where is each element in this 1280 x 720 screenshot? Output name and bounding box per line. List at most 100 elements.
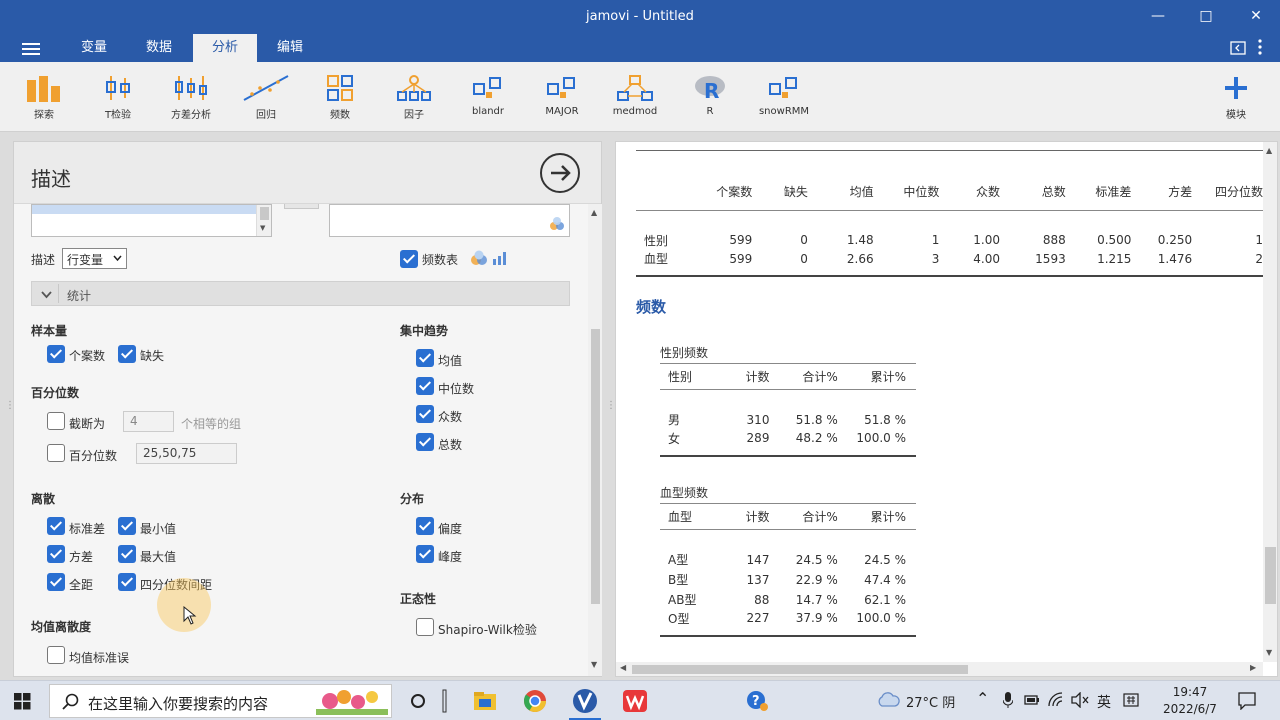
- iqr-checkbox[interactable]: [118, 573, 136, 591]
- panel-splitter-handle[interactable]: ⋮: [606, 400, 616, 420]
- window-title: jamovi - Untitled: [586, 9, 694, 24]
- more-options-icon[interactable]: [1258, 39, 1262, 58]
- table-cell: B型: [668, 573, 689, 587]
- battery-icon[interactable]: [1024, 694, 1040, 706]
- clock[interactable]: 19:47 2022/6/7: [1155, 684, 1225, 718]
- se-checkbox[interactable]: [47, 646, 65, 664]
- options-header: 描述: [14, 142, 601, 204]
- table-cell: 2: [1255, 251, 1263, 266]
- chrome-icon[interactable]: [521, 687, 549, 715]
- skewness-label: 偏度: [438, 522, 463, 536]
- kurtosis-checkbox[interactable]: [416, 545, 434, 563]
- n-checkbox[interactable]: [47, 345, 65, 363]
- table-cell: 2.66: [846, 251, 874, 266]
- gender-freq-caption: 性别频数: [660, 346, 709, 360]
- tab-analyses[interactable]: 分析: [193, 34, 257, 62]
- ime-indicator[interactable]: 英: [1097, 692, 1111, 712]
- snowrmm-button[interactable]: snowRMM: [748, 70, 820, 117]
- run-arrow-button[interactable]: [540, 153, 580, 193]
- svg-text:?: ?: [752, 694, 760, 709]
- list-scrollbar[interactable]: ▼: [256, 205, 271, 236]
- hamburger-menu-icon[interactable]: [22, 40, 40, 56]
- r-button[interactable]: R R: [674, 70, 746, 117]
- mean-label: 均值: [438, 354, 463, 368]
- mode-checkbox[interactable]: [416, 405, 434, 423]
- ttest-button[interactable]: T检验: [82, 70, 154, 121]
- tab-variables[interactable]: 变量: [62, 34, 126, 62]
- range-checkbox[interactable]: [47, 573, 65, 591]
- windows-start-icon[interactable]: [14, 693, 31, 710]
- table-row: AB型 88 14.7 % 62.1 %: [660, 590, 916, 610]
- medmod-button[interactable]: medmod: [599, 70, 671, 117]
- cut-input[interactable]: 4: [123, 411, 174, 432]
- missing-checkbox[interactable]: [118, 345, 136, 363]
- sum-checkbox[interactable]: [416, 433, 434, 451]
- regression-button[interactable]: 回归: [230, 70, 302, 121]
- percentiles-label: 百分位数: [69, 449, 118, 463]
- tab-edit[interactable]: 编辑: [258, 34, 322, 62]
- ime-layout-icon[interactable]: [1123, 692, 1139, 708]
- freq-table-checkbox[interactable]: [400, 250, 418, 268]
- notification-icon[interactable]: [1238, 692, 1256, 710]
- table-header: 性别: [668, 370, 693, 384]
- shapiro-wilk-checkbox[interactable]: [416, 618, 434, 636]
- skewness-checkbox[interactable]: [416, 517, 434, 535]
- table-cell: 37.9 %: [795, 611, 838, 625]
- jamovi-icon[interactable]: [571, 687, 599, 715]
- statistics-collapse-header[interactable]: 统计: [31, 281, 570, 306]
- table-cell: 88: [754, 592, 770, 607]
- anova-button[interactable]: 方差分析: [155, 70, 227, 121]
- percentiles-input[interactable]: 25,50,75: [136, 443, 237, 464]
- sample-size-title: 样本量: [31, 324, 68, 338]
- modules-button[interactable]: 模块: [1200, 70, 1272, 121]
- move-arrow-button[interactable]: [284, 204, 319, 209]
- table-header: 均值: [849, 185, 874, 200]
- min-checkbox[interactable]: [118, 517, 136, 535]
- sd-checkbox[interactable]: [47, 517, 65, 535]
- list-item-selected[interactable]: [32, 205, 256, 214]
- arrow-right-icon: [551, 165, 571, 181]
- results-vertical-scrollbar[interactable]: ▲ ▼: [1263, 142, 1277, 662]
- sd-label: 标准差: [69, 522, 106, 536]
- weather-text[interactable]: 27°C 阴: [906, 692, 955, 711]
- table-cell: 310: [746, 412, 770, 427]
- major-button[interactable]: MAJOR: [526, 70, 598, 117]
- describe-select[interactable]: 行变量: [62, 248, 127, 269]
- results-horizontal-scrollbar[interactable]: ◀ ▶: [616, 662, 1263, 676]
- file-explorer-icon[interactable]: [471, 687, 499, 715]
- percentiles-checkbox[interactable]: [47, 444, 65, 462]
- mean-checkbox[interactable]: [416, 349, 434, 367]
- speaker-muted-icon[interactable]: [1071, 692, 1089, 708]
- taskbar-search-box[interactable]: 在这里输入你要搜索的内容: [49, 684, 392, 718]
- maximize-button[interactable]: □: [1196, 6, 1216, 26]
- minimize-button[interactable]: —: [1148, 6, 1168, 26]
- frequencies-icon: [327, 75, 353, 101]
- options-scrollbar[interactable]: ▲ ▼: [588, 204, 602, 676]
- wifi-icon[interactable]: [1048, 692, 1064, 708]
- max-checkbox[interactable]: [118, 545, 136, 563]
- table-header: 众数: [975, 185, 1000, 200]
- close-button[interactable]: ✕: [1246, 6, 1266, 26]
- task-view-icon[interactable]: [404, 687, 432, 715]
- frequencies-heading: 频数: [636, 298, 667, 316]
- snowrmm-icon: [769, 77, 797, 98]
- help-icon[interactable]: ?: [744, 687, 772, 715]
- factor-button[interactable]: 因子: [378, 70, 450, 121]
- taskbar-divider-icon: [440, 687, 450, 715]
- median-checkbox[interactable]: [416, 377, 434, 395]
- tab-data[interactable]: 数据: [127, 34, 191, 62]
- microphone-icon[interactable]: [1003, 692, 1013, 708]
- table-cell: 100.0 %: [856, 611, 906, 625]
- target-list[interactable]: [329, 204, 570, 237]
- variable-list[interactable]: ▼: [31, 204, 272, 237]
- frequencies-button[interactable]: 频数: [304, 70, 376, 121]
- variance-checkbox[interactable]: [47, 545, 65, 563]
- wps-office-icon[interactable]: [621, 687, 649, 715]
- explore-button[interactable]: 探索: [8, 70, 80, 121]
- median-label: 中位数: [438, 382, 475, 396]
- mode-toggle-icon[interactable]: [1230, 41, 1246, 58]
- blandr-button[interactable]: blandr: [452, 70, 524, 117]
- left-drag-handle[interactable]: ⋮: [5, 400, 15, 420]
- chevron-up-icon[interactable]: ⌃: [976, 689, 989, 708]
- cut-checkbox[interactable]: [47, 412, 65, 430]
